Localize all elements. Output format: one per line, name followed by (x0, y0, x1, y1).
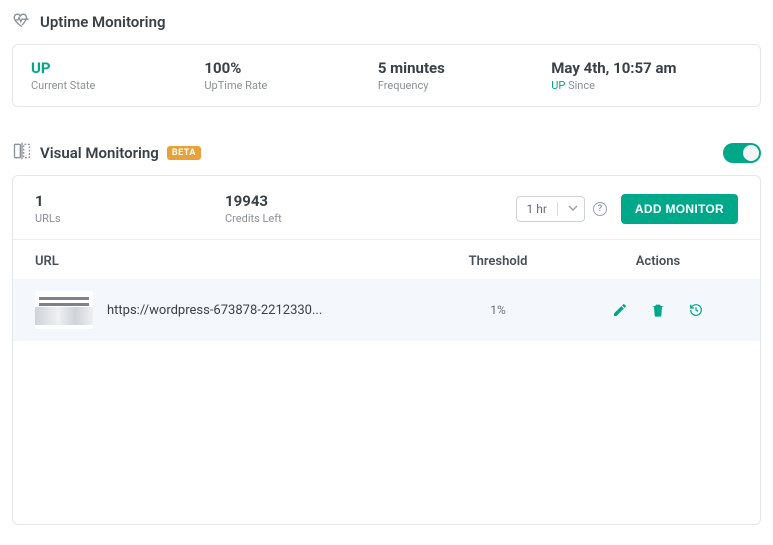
row-actions (578, 302, 738, 318)
col-actions-header: Actions (578, 254, 738, 269)
vm-credits-value: 19943 (225, 192, 415, 210)
uptime-freq-value: 5 minutes (378, 59, 551, 77)
help-icon[interactable]: ? (593, 202, 607, 216)
edit-icon[interactable] (612, 302, 628, 318)
page-thumbnail (35, 291, 93, 329)
uptime-freq-label: Frequency (378, 79, 551, 92)
uptime-section-title: Uptime Monitoring (40, 13, 166, 31)
uptime-frequency: 5 minutes Frequency (378, 59, 551, 92)
uptime-since-prefix: UP (551, 79, 565, 92)
vm-urls-count: 1 (35, 192, 225, 210)
compare-icon (12, 141, 32, 165)
col-threshold-header: Threshold (418, 254, 578, 269)
monitor-table-header: URL Threshold Actions (13, 240, 760, 279)
visual-section-header: Visual Monitoring BETA (12, 141, 761, 165)
chevron-down-icon (568, 202, 578, 216)
uptime-stats-card: UP Current State 100% UpTime Rate 5 minu… (12, 44, 761, 107)
col-url-header: URL (35, 254, 418, 269)
trash-icon[interactable] (650, 302, 666, 318)
uptime-state-label: Current State (31, 79, 204, 92)
row-threshold: 1% (418, 303, 578, 317)
beta-badge: BETA (167, 146, 201, 160)
table-row: https://wordpress-673878-2212330... 1% (13, 279, 760, 341)
vm-credits-label: Credits Left (225, 212, 415, 225)
visual-monitoring-card: 1 URLs 19943 Credits Left 1 hr ? ADD MON… (12, 175, 761, 525)
uptime-rate-label: UpTime Rate (204, 79, 377, 92)
uptime-rate-value: 100% (204, 59, 377, 77)
uptime-since: May 4th, 10:57 am UP Since (551, 59, 742, 92)
uptime-since-label: UP Since (551, 79, 742, 92)
add-monitor-button[interactable]: ADD MONITOR (621, 194, 738, 224)
uptime-since-value: May 4th, 10:57 am (551, 59, 742, 77)
vm-urls-stat: 1 URLs (35, 192, 225, 225)
visual-section-title: Visual Monitoring (40, 144, 159, 162)
heartbeat-icon (12, 10, 32, 34)
divider (557, 202, 558, 216)
vm-urls-label: URLs (35, 212, 225, 225)
vm-credits-stat: 19943 Credits Left (225, 192, 415, 225)
uptime-state: UP Current State (31, 59, 204, 92)
frequency-select[interactable]: 1 hr (516, 196, 585, 222)
uptime-since-word: Since (568, 79, 595, 92)
frequency-selected-value: 1 hr (527, 202, 547, 216)
row-url: https://wordpress-673878-2212330... (107, 303, 418, 318)
visual-monitoring-toggle[interactable] (723, 143, 761, 163)
uptime-section-header: Uptime Monitoring (12, 10, 761, 34)
uptime-rate: 100% UpTime Rate (204, 59, 377, 92)
visual-topbar: 1 URLs 19943 Credits Left 1 hr ? ADD MON… (13, 176, 760, 240)
history-icon[interactable] (688, 302, 704, 318)
uptime-state-value: UP (31, 59, 204, 77)
